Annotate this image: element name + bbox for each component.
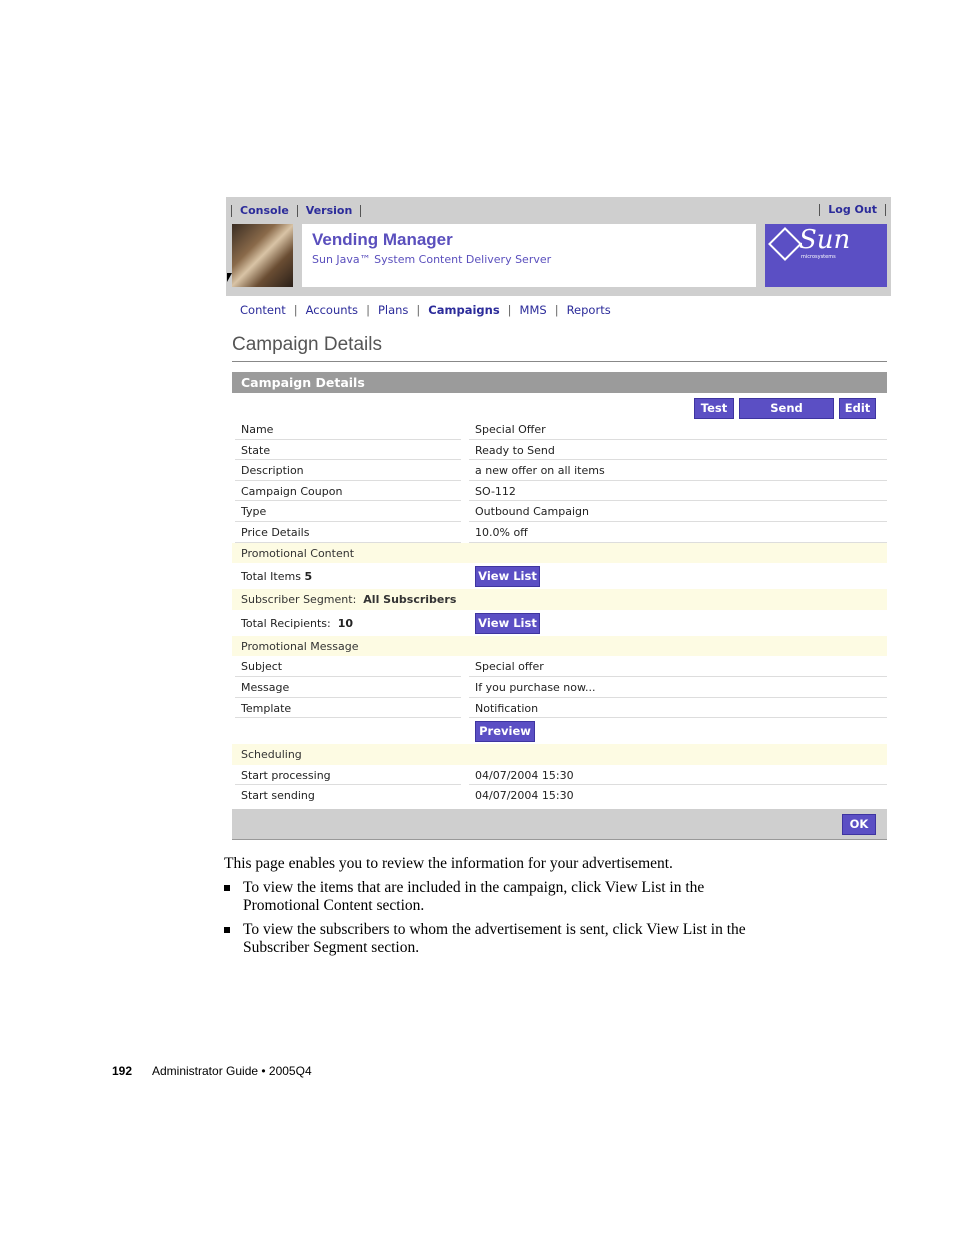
row-value: a new offer on all items bbox=[475, 464, 605, 478]
nav-mms[interactable]: MMS bbox=[520, 303, 547, 317]
edit-button[interactable]: Edit bbox=[839, 398, 876, 419]
nav-accounts[interactable]: Accounts bbox=[306, 303, 358, 317]
nav-content[interactable]: Content bbox=[240, 303, 286, 317]
subscriber-segment-label: Subscriber Segment: All Subscribers bbox=[241, 593, 457, 607]
page-number: 192 bbox=[112, 1064, 133, 1078]
subscriber-segment-header: Subscriber Segment: All Subscribers bbox=[232, 589, 887, 610]
row-label: Start processing bbox=[241, 768, 331, 782]
total-items-label: Total Items 5 bbox=[241, 570, 313, 584]
row-label: State bbox=[241, 443, 271, 457]
sun-logo: Sun microsystems bbox=[765, 224, 887, 287]
bullet-2-line-1: To view the subscribers to whom the adve… bbox=[243, 921, 746, 938]
top-links: Console Version bbox=[231, 204, 362, 217]
table-row: Name Special Offer bbox=[232, 419, 887, 440]
total-items-row: Total Items 5 View List bbox=[232, 563, 887, 589]
footer-bar: OK bbox=[232, 809, 887, 840]
table-row: State Ready to Send bbox=[232, 440, 887, 461]
app-title: Vending Manager bbox=[312, 230, 453, 249]
row-label: Subject bbox=[241, 660, 283, 674]
row-value: SO-112 bbox=[475, 484, 516, 498]
main-nav: Content | Accounts | Plans | Campaigns | MMS | Rep… bbox=[240, 303, 611, 317]
sun-logo-small: microsystems bbox=[801, 254, 836, 260]
row-value: Outbound Campaign bbox=[475, 505, 589, 519]
send-message-button[interactable]: Send Message bbox=[739, 398, 834, 434]
row-value: 10.0% off bbox=[475, 525, 528, 539]
test-button[interactable]: Test bbox=[694, 398, 734, 419]
table-row: Subject Special offer bbox=[232, 656, 887, 677]
row-value: Special offer bbox=[475, 660, 544, 674]
page-title: Campaign Details bbox=[232, 334, 382, 355]
row-value: Notification bbox=[475, 701, 539, 715]
view-recipients-list-button[interactable]: View List bbox=[475, 612, 540, 634]
total-recipients-label: Total Recipients: 10 bbox=[241, 616, 354, 630]
bullet-2-line-2: Subscriber Segment section. bbox=[243, 939, 420, 956]
table-row: Start sending 04/07/2004 15:30 bbox=[232, 785, 887, 806]
row-value: Special Offer bbox=[475, 423, 546, 436]
promotional-message-header: Promotional Message bbox=[232, 635, 887, 657]
preview-row: Preview bbox=[232, 718, 887, 744]
footer-text: Administrator Guide • 2005Q4 bbox=[152, 1064, 312, 1078]
divider bbox=[232, 361, 887, 362]
row-label: Type bbox=[241, 505, 267, 519]
app-subtitle: Sun Java™ System Content Delivery Server bbox=[312, 253, 552, 266]
version-link[interactable]: Version bbox=[296, 205, 362, 217]
section-title: Campaign Details bbox=[241, 375, 365, 390]
row-label: Price Details bbox=[241, 525, 310, 539]
sun-logo-text: Sun bbox=[799, 225, 851, 255]
preview-button[interactable]: Preview bbox=[475, 721, 535, 743]
total-recipients-row: Total Recipients: 10 View List bbox=[232, 610, 887, 636]
row-value: 04/07/2004 15:30 bbox=[475, 789, 574, 803]
header-photo bbox=[232, 224, 293, 287]
total-items-value: 5 bbox=[304, 570, 313, 584]
table-row: Template Notification bbox=[232, 698, 887, 719]
bullet-icon bbox=[224, 885, 230, 891]
table-row: Price Details 10.0% off bbox=[232, 522, 887, 543]
logout-link[interactable]: Log Out bbox=[819, 204, 886, 216]
scheduling-header: Scheduling bbox=[232, 744, 887, 765]
nav-plans[interactable]: Plans bbox=[378, 303, 408, 317]
table-row: Campaign Coupon SO-112 bbox=[232, 481, 887, 502]
group-header-label: Promotional Content bbox=[241, 546, 355, 560]
table-row: Message If you purchase now... bbox=[232, 677, 887, 698]
bullet-1-line-1: To view the items that are included in t… bbox=[243, 879, 705, 896]
row-value: Ready to Send bbox=[475, 443, 555, 457]
subscriber-segment-value: All Subscribers bbox=[363, 593, 457, 607]
total-recipients-value: 10 bbox=[337, 616, 354, 630]
nav-reports[interactable]: Reports bbox=[567, 303, 611, 317]
row-value: If you purchase now... bbox=[475, 680, 596, 694]
row-label: Campaign Coupon bbox=[241, 484, 343, 498]
table-row: Description a new offer on all items bbox=[232, 460, 887, 481]
group-header-label: Scheduling bbox=[241, 748, 302, 762]
bullet-1-line-2: Promotional Content section. bbox=[243, 897, 425, 914]
intro-paragraph: This page enables you to review the info… bbox=[224, 855, 673, 872]
details-table: Name Special Offer State Ready to Send Des… bbox=[232, 419, 887, 806]
mouse-cursor-icon bbox=[227, 273, 232, 282]
section-title-bar: Campaign Details bbox=[232, 372, 887, 393]
ok-button[interactable]: OK bbox=[842, 814, 876, 835]
row-label: Template bbox=[241, 701, 292, 715]
app-title-box: Vending Manager Sun Java™ System Content… bbox=[302, 224, 756, 287]
table-row: Start processing 04/07/2004 15:30 bbox=[232, 765, 887, 786]
row-value: 04/07/2004 15:30 bbox=[475, 768, 574, 782]
view-items-list-button[interactable]: View List bbox=[475, 566, 540, 588]
console-link[interactable]: Console bbox=[231, 205, 297, 217]
row-label: Description bbox=[241, 464, 304, 478]
row-label: Message bbox=[241, 680, 290, 694]
header-bar: Console Version Log Out Vending Manager S… bbox=[226, 197, 891, 296]
row-label: Start sending bbox=[241, 789, 315, 803]
sun-logo-icon bbox=[768, 227, 802, 261]
promotional-content-header: Promotional Content bbox=[232, 542, 887, 564]
row-label: Name bbox=[241, 423, 274, 436]
group-header-label: Promotional Message bbox=[241, 639, 359, 653]
bullet-icon bbox=[224, 927, 230, 933]
table-row: Type Outbound Campaign bbox=[232, 501, 887, 522]
nav-campaigns[interactable]: Campaigns bbox=[428, 303, 499, 317]
